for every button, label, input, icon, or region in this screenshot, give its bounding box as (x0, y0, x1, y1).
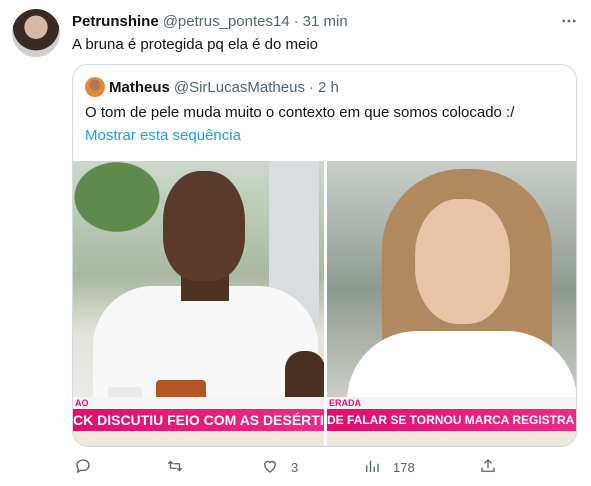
quoted-timestamp: 2 h (317, 78, 339, 96)
tweet-text: A bruna é protegida pq ela é do meio (72, 36, 319, 53)
tweet-timestamp[interactable]: 31 min (303, 13, 348, 30)
views-count: 178 (393, 459, 415, 475)
retweet-button[interactable] (166, 456, 196, 478)
quoted-media[interactable]: AO CK DISCUTIU FEIO COM AS DESÉRTICA ERA… (73, 161, 576, 446)
show-thread-link[interactable]: Mostrar esta sequência (85, 126, 241, 146)
heart-icon (261, 457, 279, 478)
ticker-top-label: AO (73, 397, 324, 409)
author-avatar[interactable] (12, 9, 60, 57)
retweet-icon (166, 457, 184, 478)
author-display-name[interactable]: Petrunshine (72, 13, 159, 30)
tweet[interactable]: Petrunshine @petrus_pontes14 · 31 min A … (0, 0, 591, 486)
tweet-header: Petrunshine @petrus_pontes14 · 31 min (72, 11, 579, 31)
more-horizontal-icon[interactable] (559, 11, 579, 31)
quoted-tweet[interactable]: Matheus @SirLucasMatheus · 2 h O tom de … (72, 64, 577, 447)
tweet-actions: 3 178 (72, 456, 502, 478)
media-image-right[interactable]: ERADA DE FALAR SE TORNOU MARCA REGISTRA … (327, 161, 576, 446)
share-icon (479, 457, 497, 478)
views-button[interactable]: 178 (363, 456, 415, 478)
quoted-author-handle: @SirLucasMatheus (173, 78, 305, 96)
reply-icon (74, 457, 92, 478)
ticker-caption: DE FALAR SE TORNOU MARCA REGISTRA DA BRU… (327, 409, 576, 431)
author-handle[interactable]: @petrus_pontes14 (163, 13, 290, 30)
views-chart-icon (363, 457, 381, 478)
ticker-caption: CK DISCUTIU FEIO COM AS DESÉRTICA (73, 409, 324, 431)
quoted-author-display-name: Matheus (109, 78, 170, 96)
ticker-bottom-strip (73, 431, 324, 446)
ticker-top-label: ERADA (327, 397, 576, 409)
share-button[interactable] (479, 456, 497, 478)
like-button[interactable]: 3 (261, 456, 298, 478)
quoted-tweet-text: O tom de pele muda muito o contexto em q… (85, 104, 515, 121)
media-image-left[interactable]: AO CK DISCUTIU FEIO COM AS DESÉRTICA (73, 161, 324, 446)
woman-face (415, 199, 510, 324)
reply-button[interactable] (74, 456, 104, 478)
quoted-separator-dot: · (308, 78, 314, 96)
quoted-author-avatar (85, 77, 105, 97)
separator-dot: · (293, 12, 299, 30)
ticker-bottom-strip (327, 431, 576, 446)
man-head (163, 171, 245, 281)
like-count: 3 (291, 459, 299, 475)
quoted-tweet-header: Matheus @SirLucasMatheus · 2 h (85, 77, 339, 97)
